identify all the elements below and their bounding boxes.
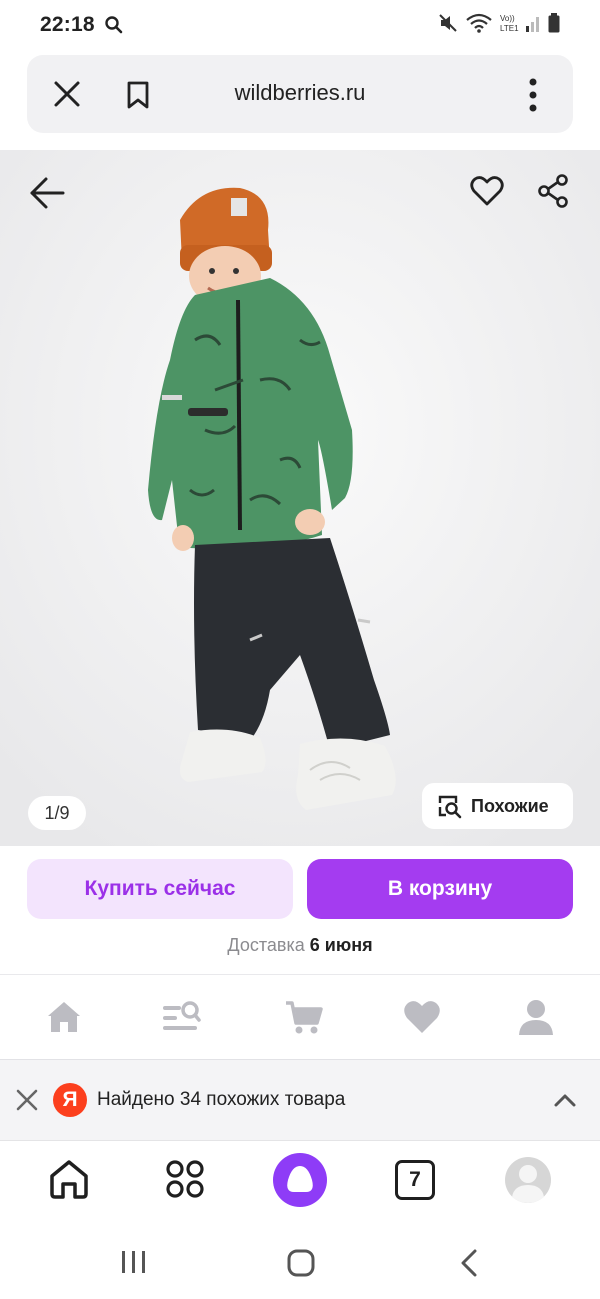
favorites-icon[interactable] xyxy=(402,997,442,1037)
url-text[interactable]: wildberries.ru xyxy=(0,80,600,106)
tabs-count-button[interactable]: 7 xyxy=(395,1160,435,1200)
product-photo[interactable] xyxy=(0,150,600,846)
svg-text:Vo)): Vo)) xyxy=(500,14,515,23)
mute-icon xyxy=(439,14,457,32)
product-photo-illustration xyxy=(0,150,600,846)
recents-icon[interactable] xyxy=(119,1249,149,1275)
home-icon[interactable] xyxy=(44,997,84,1037)
share-icon[interactable] xyxy=(537,173,571,209)
similar-button-label: Похожие xyxy=(471,795,549,816)
battery-icon xyxy=(548,13,560,33)
catalog-search-icon[interactable] xyxy=(161,997,201,1037)
buy-now-button[interactable]: Купить сейчас xyxy=(27,859,293,919)
add-to-cart-button[interactable]: В корзину xyxy=(307,859,573,919)
profile-icon[interactable] xyxy=(516,997,556,1037)
status-icons: Vo)) LTE1 xyxy=(438,12,560,34)
similar-button[interactable]: Похожие xyxy=(422,783,573,829)
site-bottom-nav xyxy=(0,974,600,1060)
close-suggestion-icon[interactable] xyxy=(16,1089,38,1111)
status-search-icon xyxy=(105,16,123,34)
delivery-label: Доставка xyxy=(227,935,305,955)
yandex-logo: Я xyxy=(53,1083,87,1117)
lte-signal-icon: Vo)) LTE1 xyxy=(500,14,539,33)
delivery-date: 6 июня xyxy=(309,935,373,955)
system-home-icon[interactable] xyxy=(286,1248,316,1278)
user-avatar[interactable] xyxy=(505,1157,551,1203)
alice-assistant-icon[interactable] xyxy=(272,1152,328,1208)
svg-text:LTE1: LTE1 xyxy=(500,24,519,33)
wifi-icon xyxy=(466,13,492,33)
image-pager: 1/9 xyxy=(28,796,86,830)
system-back-icon[interactable] xyxy=(458,1248,480,1278)
delivery-info: Доставка 6 июня xyxy=(0,935,600,956)
back-arrow-icon[interactable] xyxy=(28,174,66,212)
suggestion-text[interactable]: Найдено 34 похожих товара xyxy=(97,1089,345,1111)
status-time: 22:18 xyxy=(40,13,95,36)
chevron-up-icon[interactable] xyxy=(553,1090,577,1110)
similar-search-icon xyxy=(438,795,462,819)
services-grid-icon[interactable] xyxy=(165,1159,205,1199)
favorite-heart-icon[interactable] xyxy=(470,175,504,207)
cart-icon[interactable] xyxy=(284,997,324,1037)
more-menu-icon[interactable] xyxy=(526,77,540,113)
browser-home-icon[interactable] xyxy=(47,1157,91,1201)
